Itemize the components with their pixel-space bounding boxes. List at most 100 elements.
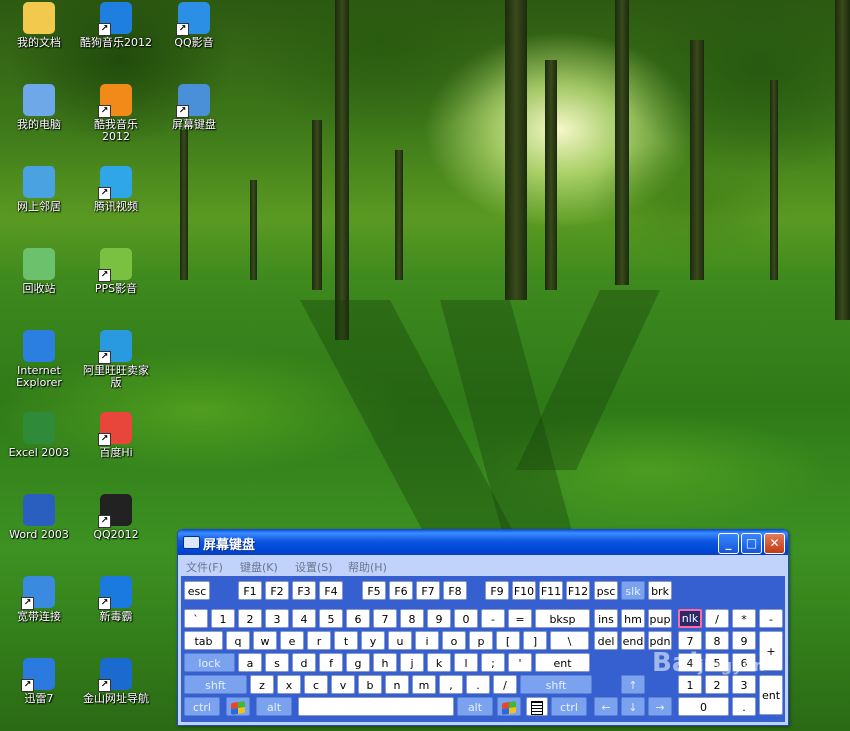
key-u93[interactable]: ]	[523, 631, 547, 650]
key-u45[interactable]: -	[759, 609, 783, 628]
key-F10[interactable]: F10	[512, 581, 536, 600]
key-l[interactable]: l	[454, 653, 478, 672]
key-F3[interactable]: F3	[292, 581, 316, 600]
key-F8[interactable]: F8	[443, 581, 467, 600]
menu-file[interactable]: 文件(F)	[186, 559, 223, 575]
key-q[interactable]: q	[226, 631, 250, 650]
key-p[interactable]: p	[469, 631, 493, 650]
key-u[interactable]: u	[388, 631, 412, 650]
key-end[interactable]: end	[621, 631, 645, 650]
key-d[interactable]: d	[292, 653, 316, 672]
key-r[interactable]: r	[307, 631, 331, 650]
desktop-icon[interactable]: 我的电脑	[0, 84, 78, 131]
key-slk[interactable]: slk	[621, 581, 645, 600]
windows-key[interactable]	[226, 697, 250, 716]
key-u61[interactable]: =	[508, 609, 532, 628]
key-f[interactable]: f	[319, 653, 343, 672]
key-j[interactable]: j	[400, 653, 424, 672]
key-u91[interactable]: [	[496, 631, 520, 650]
key-t[interactable]: t	[334, 631, 358, 650]
key-hm[interactable]: hm	[621, 609, 645, 628]
key-pup[interactable]: pup	[648, 609, 672, 628]
key-down[interactable]: ↓	[621, 697, 645, 716]
key-esc[interactable]: esc	[184, 581, 210, 600]
key-5[interactable]: 5	[319, 609, 343, 628]
key-c[interactable]: c	[304, 675, 328, 694]
key-u39[interactable]: '	[508, 653, 532, 672]
desktop-icon[interactable]: 我的文档	[0, 2, 78, 49]
key-F7[interactable]: F7	[416, 581, 440, 600]
key-nlk[interactable]: nlk	[678, 609, 702, 628]
key-s[interactable]: s	[265, 653, 289, 672]
key-0[interactable]: 0	[454, 609, 478, 628]
minimize-button[interactable]: _	[718, 533, 739, 554]
desktop-icon[interactable]: ↗ 腾讯视频	[77, 166, 155, 213]
key-u46[interactable]: .	[466, 675, 490, 694]
desktop-icon[interactable]: Excel 2003	[0, 412, 78, 459]
key-alt[interactable]: alt	[256, 697, 292, 716]
application-menu-key[interactable]	[526, 697, 548, 716]
key-shft[interactable]: shft	[520, 675, 592, 694]
desktop-icon[interactable]: 网上邻居	[0, 166, 78, 213]
desktop-icon[interactable]: ↗ 新毒霸	[77, 576, 155, 623]
key-bksp[interactable]: bksp	[535, 609, 590, 628]
desktop-icon[interactable]: ↗ 酷狗音乐2012	[77, 2, 155, 49]
maximize-button[interactable]: □	[741, 533, 762, 554]
key-shft[interactable]: shft	[184, 675, 247, 694]
key-u8593[interactable]: ↑	[621, 675, 645, 694]
key-y[interactable]: y	[361, 631, 385, 650]
key-b[interactable]: b	[358, 675, 382, 694]
key-tab[interactable]: tab	[184, 631, 223, 650]
key-dot[interactable]: .	[732, 697, 756, 716]
key-o[interactable]: o	[442, 631, 466, 650]
key-F6[interactable]: F6	[389, 581, 413, 600]
key-a[interactable]: a	[238, 653, 262, 672]
key-g[interactable]: g	[346, 653, 370, 672]
key-ctrl[interactable]: ctrl	[184, 697, 220, 716]
key-F9[interactable]: F9	[485, 581, 509, 600]
key-9[interactable]: 9	[427, 609, 451, 628]
key-e[interactable]: e	[280, 631, 304, 650]
key-alt[interactable]: alt	[457, 697, 493, 716]
desktop-icon[interactable]: ↗ 迅雷7	[0, 658, 78, 705]
key-u92[interactable]: \	[550, 631, 589, 650]
key-ent[interactable]: ent	[759, 675, 783, 715]
osk-window[interactable]: 屏幕键盘 _ □ ✕ 文件(F) 键盘(K) 设置(S) 帮助(H) esc F1…	[177, 529, 789, 726]
key-u42[interactable]: *	[732, 609, 756, 628]
desktop-icon[interactable]: ↗ 宽带连接	[0, 576, 78, 623]
key-u44[interactable]: ,	[439, 675, 463, 694]
key-F11[interactable]: F11	[539, 581, 563, 600]
key-u47[interactable]: /	[705, 609, 729, 628]
key-ent[interactable]: ent	[535, 653, 590, 672]
key-3[interactable]: 3	[265, 609, 289, 628]
title-bar[interactable]: 屏幕键盘 _ □ ✕	[178, 530, 788, 555]
key-u59[interactable]: ;	[481, 653, 505, 672]
key-h[interactable]: h	[373, 653, 397, 672]
key-F12[interactable]: F12	[566, 581, 590, 600]
menu-help[interactable]: 帮助(H)	[348, 559, 387, 575]
desktop-icon[interactable]: ↗ 酷我音乐 2012	[77, 84, 155, 143]
key-lock[interactable]: lock	[184, 653, 235, 672]
key-F2[interactable]: F2	[265, 581, 289, 600]
key-0[interactable]: 0	[678, 697, 729, 716]
desktop-icon[interactable]: Word 2003	[0, 494, 78, 541]
key-x[interactable]: x	[277, 675, 301, 694]
desktop-icon[interactable]: Internet Explorer	[0, 330, 78, 389]
key-8[interactable]: 8	[400, 609, 424, 628]
desktop-icon[interactable]: ↗ PPS影音	[77, 248, 155, 295]
key-n[interactable]: n	[385, 675, 409, 694]
key-m[interactable]: m	[412, 675, 436, 694]
key-del[interactable]: del	[594, 631, 618, 650]
desktop-icon[interactable]: ↗ QQ2012	[77, 494, 155, 541]
key-ins[interactable]: ins	[594, 609, 618, 628]
menu-keyboard[interactable]: 键盘(K)	[240, 559, 278, 575]
space-key[interactable]	[298, 697, 454, 716]
key-F5[interactable]: F5	[362, 581, 386, 600]
key-psc[interactable]: psc	[594, 581, 618, 600]
desktop-icon[interactable]: ↗ QQ影音	[155, 2, 233, 49]
key-w[interactable]: w	[253, 631, 277, 650]
key-v[interactable]: v	[331, 675, 355, 694]
desktop-icon[interactable]: ↗ 阿里旺旺卖家 版	[77, 330, 155, 389]
key-i[interactable]: i	[415, 631, 439, 650]
key-1[interactable]: 1	[211, 609, 235, 628]
